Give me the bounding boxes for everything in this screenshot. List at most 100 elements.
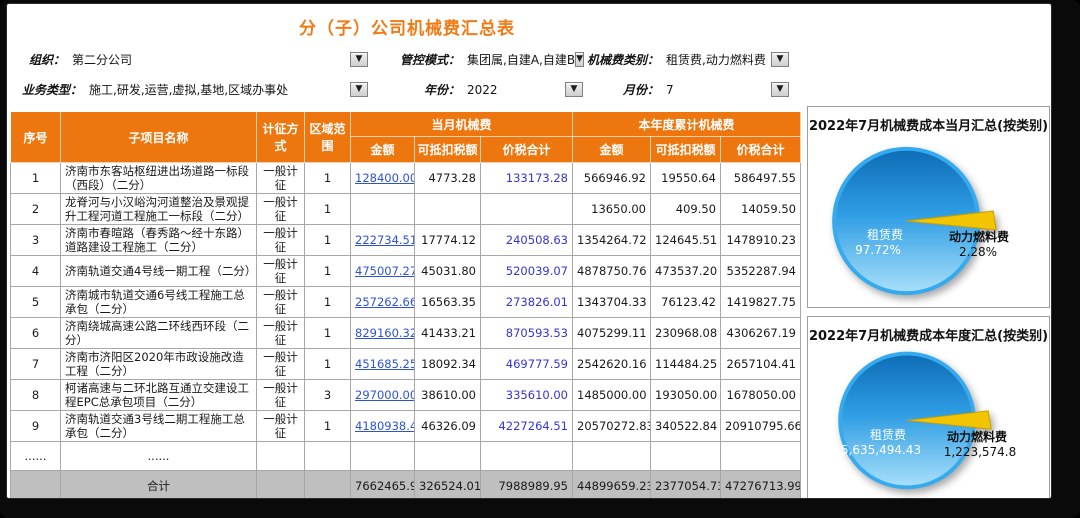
table-row: 6 济南绕城高速公路二环线西环段（二分） 一般计征 1 829160.32 41… — [11, 318, 801, 349]
cell-project-name: 济南轨道交通4号线一期工程（二分） — [61, 256, 257, 287]
month-amount-link[interactable]: 257262.66 — [355, 295, 415, 309]
cell-project-name: 济南轨道交通3号线二期工程施工总承包（二分） — [61, 411, 257, 442]
cell-month-amount: 451685.25 — [351, 349, 415, 380]
filter-category-value[interactable]: 租赁费,动力燃料费 — [666, 51, 766, 68]
cell-method: 一般计征 — [257, 318, 305, 349]
dropdown-arrow-icon[interactable]: ▼ — [771, 52, 789, 67]
month-amount-link[interactable]: 222734.51 — [355, 233, 415, 247]
cell-year-total: 20910795.66 — [721, 411, 801, 442]
cell-month-total: 4227264.51 — [481, 411, 573, 442]
cell-month-tax: 4773.28 — [415, 163, 481, 194]
filter-mode-label: 管控模式： — [395, 51, 460, 68]
table-row: 1 济南市东客站枢纽进出场道路一标段（西段）（二分） 一般计征 1 128400… — [11, 163, 801, 194]
filter-org-label: 组织： — [22, 51, 65, 68]
pie-chart-month[interactable] — [808, 134, 1049, 304]
cell-year-tax: 76123.42 — [651, 287, 721, 318]
dropdown-arrow-icon[interactable]: ▼ — [565, 82, 583, 97]
cell-method: 一般计征 — [257, 380, 305, 411]
cell-project-name: 龙脊河与小汉峪沟河道整治及景观提升工程河道工程施工一标段（二分） — [61, 194, 257, 225]
col-header-year-tax: 可抵扣税额 — [651, 137, 721, 163]
cell-month-total: 469777.59 — [481, 349, 573, 380]
table-row: 5 济南城市轨道交通6号线工程施工总承包（二分） 一般计征 1 257262.6… — [11, 287, 801, 318]
filter-org: 组织： 第二分公司 ▼ — [22, 51, 368, 68]
filter-category-label: 机械费类别： — [583, 51, 659, 68]
filter-biztype-value[interactable]: 施工,研发,运营,虚拟,基地,区域办事处 — [89, 81, 288, 98]
cell-year-amount: 1354264.72 — [573, 225, 651, 256]
cell-project-name: 济南市东客站枢纽进出场道路一标段（西段）（二分） — [61, 163, 257, 194]
cell-no: 1 — [11, 163, 61, 194]
dropdown-arrow-icon[interactable]: ▼ — [771, 82, 789, 97]
cell-month-total: 273826.01 — [481, 287, 573, 318]
table-row: 4 济南轨道交通4号线一期工程（二分） 一般计征 1 475007.27 450… — [11, 256, 801, 287]
machinery-cost-table: 序号 子项目名称 计征方式 区域范围 当月机械费 本年度累计机械费 金额 可抵扣… — [10, 111, 801, 499]
cell-no: 6 — [11, 318, 61, 349]
cell-method: 一般计征 — [257, 349, 305, 380]
cell-project-name: 济南城市轨道交通6号线工程施工总承包（二分） — [61, 287, 257, 318]
total-month-tax: 326524.01 — [415, 471, 481, 500]
pie-value-rental: 97.72% — [838, 243, 918, 257]
cell-method: 一般计征 — [257, 194, 305, 225]
cell-method: 一般计征 — [257, 163, 305, 194]
cell-scope: 1 — [305, 194, 351, 225]
total-row: 合计 7662465.94 326524.01 7988989.95 44899… — [11, 471, 801, 500]
cell-month-tax: 16563.35 — [415, 287, 481, 318]
month-amount-link[interactable]: 475007.27 — [355, 264, 415, 278]
month-amount-link[interactable]: 128400.00 — [355, 171, 415, 185]
filter-org-value[interactable]: 第二分公司 — [72, 51, 132, 68]
cell-year-tax: 230968.08 — [651, 318, 721, 349]
dropdown-arrow-icon[interactable]: ▼ — [350, 82, 368, 97]
cell-month-tax: 17774.12 — [415, 225, 481, 256]
cell-month-tax — [415, 194, 481, 225]
dropdown-arrow-icon[interactable]: ▼ — [350, 52, 368, 67]
cell-month-amount: 257262.66 — [351, 287, 415, 318]
filter-month-value[interactable]: 7 — [666, 83, 674, 97]
cell-scope: 1 — [305, 411, 351, 442]
total-month-total: 7988989.95 — [481, 471, 573, 500]
chart-title-month: 2022年7月机械费成本当月汇总(按类别) — [808, 107, 1049, 134]
cell-month-amount — [351, 194, 415, 225]
filter-month-label: 月份： — [583, 81, 659, 98]
pie-chart-year[interactable] — [808, 344, 1049, 495]
filter-mode-value[interactable]: 集团属,自建A,自建B — [467, 51, 575, 68]
ellipsis-row: ...... ...... — [11, 442, 801, 471]
col-header-no: 序号 — [11, 112, 61, 163]
cell-month-amount: 475007.27 — [351, 256, 415, 287]
month-amount-link[interactable]: 297000.00 — [355, 388, 415, 402]
total-year-total: 47276713.99 — [721, 471, 801, 500]
cell-month-total: 240508.63 — [481, 225, 573, 256]
cell-month-tax: 45031.80 — [415, 256, 481, 287]
filter-biztype-label: 业务类型： — [22, 81, 82, 98]
cell-year-tax: 409.50 — [651, 194, 721, 225]
cell-month-amount: 829160.32 — [351, 318, 415, 349]
month-amount-link[interactable]: 829160.32 — [355, 326, 415, 340]
cell-method: 一般计征 — [257, 287, 305, 318]
cell-project-name: ...... — [61, 442, 257, 471]
filter-biztype: 业务类型： 施工,研发,运营,虚拟,基地,区域办事处 ▼ — [22, 81, 368, 98]
screenshot-frame: 分（子）公司机械费汇总表 组织： 第二分公司 ▼ 管控模式： 集团属,自建A,自… — [0, 0, 1080, 518]
chart-card-year: 2022年7月机械费成本年度汇总(按类别) 租赁费 5,635,494.43 动… — [807, 316, 1050, 499]
table-row: 3 济南市春暄路（春秀路～经十东路）道路建设工程施工（二分） 一般计征 1 22… — [11, 225, 801, 256]
cell-scope: 1 — [305, 287, 351, 318]
cell-year-tax: 114484.25 — [651, 349, 721, 380]
filter-year-value[interactable]: 2022 — [467, 83, 498, 97]
total-year-amount: 44899659.23 — [573, 471, 651, 500]
month-amount-link[interactable]: 4180938.42 — [355, 419, 415, 433]
cell-year-total: 1478910.23 — [721, 225, 801, 256]
cell-no: 7 — [11, 349, 61, 380]
filter-mode: 管控模式： 集团属,自建A,自建B ▼ — [395, 51, 583, 68]
pie-value-rental: 5,635,494.43 — [826, 443, 936, 457]
cell-year-tax: 473537.20 — [651, 256, 721, 287]
cell-no: 3 — [11, 225, 61, 256]
col-header-month-amount: 金额 — [351, 137, 415, 163]
cell-project-name: 济南市春暄路（春秀路～经十东路）道路建设工程施工（二分） — [61, 225, 257, 256]
cell-year-tax: 19550.64 — [651, 163, 721, 194]
cell-month-tax: 38610.00 — [415, 380, 481, 411]
col-header-project-name: 子项目名称 — [61, 112, 257, 163]
table-row: 9 济南轨道交通3号线二期工程施工总承包（二分） 一般计征 1 4180938.… — [11, 411, 801, 442]
pie-value-fuel: 1,223,574.8 — [935, 445, 1025, 459]
cell-scope: 3 — [305, 380, 351, 411]
pie-label-fuel: 动力燃料费 — [932, 428, 1022, 445]
month-amount-link[interactable]: 451685.25 — [355, 357, 415, 371]
cell-method: 一般计征 — [257, 411, 305, 442]
cell-year-tax: 193050.00 — [651, 380, 721, 411]
